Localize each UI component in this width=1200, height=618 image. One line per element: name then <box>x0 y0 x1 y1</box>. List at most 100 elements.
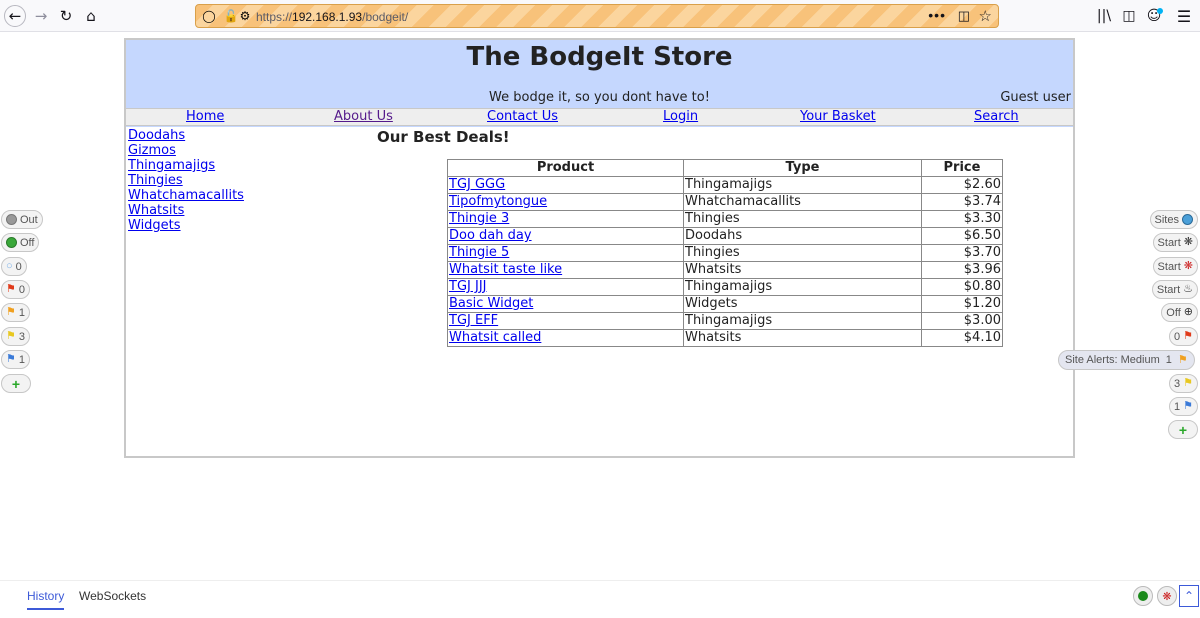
table-row: Thingie 3 Thingies $3.30 <box>447 210 1003 228</box>
store-tagline: We bodge it, so you dont have to! <box>489 90 710 105</box>
store-nav: Home About Us Contact Us Login Your Bask… <box>126 108 1073 126</box>
globe-icon <box>1182 214 1193 225</box>
hud-add-tool-right[interactable]: + <box>1168 420 1198 439</box>
category-link[interactable]: Thingies <box>128 173 244 188</box>
category-link[interactable]: Whatchamacallits <box>128 188 244 203</box>
type-cell: Thingies <box>683 244 922 262</box>
hud-site-informational-alerts[interactable]: 1 ⚑ <box>1169 397 1198 416</box>
product-link[interactable]: Thingie 3 <box>449 211 509 226</box>
product-link[interactable]: Doo dah day <box>449 228 532 243</box>
blue-flag-icon: ⚑ <box>6 353 16 365</box>
plus-icon: + <box>1178 421 1188 438</box>
product-cell: Thingie 3 <box>447 210 684 228</box>
category-link[interactable]: Whatsits <box>128 203 244 218</box>
deals-heading: Our Best Deals! <box>377 128 510 146</box>
category-link[interactable]: Widgets <box>128 218 244 233</box>
chevron-up-icon[interactable]: ⌃ <box>1179 585 1199 607</box>
hud-site-medium-alerts[interactable]: Site Alerts: Medium 1 ⚑ <box>1058 350 1195 370</box>
plus-icon: + <box>11 375 21 392</box>
hud-informational-alerts[interactable]: ⚑ 1 <box>1 350 30 369</box>
hud-break-button[interactable]: Out <box>1 210 43 229</box>
shield-icon[interactable]: ◯ <box>201 8 217 24</box>
product-link[interactable]: Tipofmytongue <box>449 194 547 209</box>
type-cell: Thingies <box>683 210 922 228</box>
nav-basket-link[interactable]: Your Basket <box>800 109 876 124</box>
hud-info-button[interactable]: ○ 0 <box>1 257 27 276</box>
forward-arrow-icon[interactable]: → <box>30 5 52 27</box>
product-cell: Tipofmytongue <box>447 193 684 211</box>
product-link[interactable]: Thingie 5 <box>449 245 509 260</box>
hud-site-high-alerts[interactable]: 0 ⚑ <box>1169 327 1198 346</box>
product-link[interactable]: TGJ JJJ <box>449 279 486 294</box>
library-icon[interactable]: ||\ <box>1094 6 1114 26</box>
sidebar-icon[interactable]: ◫ <box>1119 6 1139 26</box>
price-cell: $4.10 <box>921 329 1003 347</box>
bug-icon[interactable]: ❋ <box>1157 586 1177 606</box>
category-link[interactable]: Doodahs <box>128 128 244 143</box>
table-row: Whatsit taste like Whatsits $3.96 <box>447 261 1003 279</box>
home-icon[interactable]: ⌂ <box>80 5 102 27</box>
type-cell: Thingamajigs <box>683 176 922 194</box>
hud-add-tool-left[interactable]: + <box>1 374 31 393</box>
page-actions-icon[interactable]: ••• <box>928 7 946 23</box>
nav-login-link[interactable]: Login <box>663 109 698 124</box>
deals-table-body: TGJ GGG Thingamajigs $2.60 Tipofmytongue Wha… <box>447 176 1003 347</box>
url-scheme: https:// <box>256 10 293 24</box>
url-text[interactable]: https://192.168.1.93/bodgeit/ <box>256 10 408 24</box>
hud-sites-button[interactable]: Sites <box>1149 210 1198 229</box>
hud-site-medium-count: 1 <box>1165 354 1172 366</box>
bodgeit-store-page: The BodgeIt Store We bodge it, so you do… <box>124 38 1075 458</box>
hamburger-menu-icon[interactable]: ☰ <box>1174 6 1194 26</box>
nav-search-link[interactable]: Search <box>974 109 1019 124</box>
url-host: 192.168.1.93 <box>292 10 363 24</box>
url-bar[interactable]: ◯ 🔓 ⚙ https://192.168.1.93/bodgeit/ ••• … <box>195 4 999 28</box>
hud-site-high-count: 0 <box>1174 330 1181 343</box>
hud-active-label: Start <box>1156 283 1181 296</box>
hud-low-count: 3 <box>18 330 25 343</box>
hud-attack-mode-button[interactable]: Off ⊕ <box>1161 303 1198 322</box>
product-cell: Whatsit taste like <box>447 261 684 279</box>
nav-about-link[interactable]: About Us <box>334 109 393 124</box>
bookmark-star-icon[interactable]: ☆ <box>979 7 992 25</box>
product-link[interactable]: Whatsit taste like <box>449 262 562 277</box>
type-cell: Thingamajigs <box>683 312 922 330</box>
header-type: Type <box>683 159 922 177</box>
pocket-icon[interactable]: ◫ <box>958 8 970 24</box>
tab-history[interactable]: History <box>27 589 65 610</box>
hud-site-informational-count: 1 <box>1174 400 1181 413</box>
hud-high-alerts[interactable]: ⚑ 0 <box>1 280 30 299</box>
hud-active-scan-button[interactable]: Start ♨ <box>1151 280 1198 299</box>
hud-spider-button[interactable]: Start ❋ <box>1152 233 1198 252</box>
product-cell: TGJ JJJ <box>447 278 684 296</box>
hud-ajax-spider-button[interactable]: Start ❋ <box>1152 257 1198 276</box>
hud-medium-alerts[interactable]: ⚑ 1 <box>1 303 30 322</box>
type-cell: Widgets <box>683 295 922 313</box>
back-arrow-icon[interactable]: ← <box>4 5 26 27</box>
product-cell: Thingie 5 <box>447 244 684 262</box>
tagline-bar: We bodge it, so you dont have to! Guest … <box>126 89 1073 108</box>
header-product: Product <box>447 159 684 177</box>
nav-home-link[interactable]: Home <box>186 109 224 124</box>
show-icon <box>6 237 17 248</box>
hud-ajax-label: Start <box>1157 260 1181 273</box>
tab-websockets[interactable]: WebSockets <box>79 589 146 603</box>
robot-icon[interactable]: ⚙ <box>237 8 253 24</box>
hud-site-low-count: 3 <box>1174 377 1181 390</box>
record-icon[interactable] <box>1133 586 1153 606</box>
hud-site-low-alerts[interactable]: 3 ⚑ <box>1169 374 1198 393</box>
nav-contact-link[interactable]: Contact Us <box>487 109 558 124</box>
product-link[interactable]: Whatsit called <box>449 330 541 345</box>
product-link[interactable]: TGJ GGG <box>449 177 505 192</box>
account-notification-dot <box>1157 8 1163 14</box>
price-cell: $3.74 <box>921 193 1003 211</box>
product-link[interactable]: TGJ EFF <box>449 313 498 328</box>
product-link[interactable]: Basic Widget <box>449 296 533 311</box>
product-cell: TGJ GGG <box>447 176 684 194</box>
reload-icon[interactable]: ↻ <box>55 5 77 27</box>
hud-low-alerts[interactable]: ⚑ 3 <box>1 327 30 346</box>
red-flag-icon: ⚑ <box>6 283 16 295</box>
category-link[interactable]: Thingamajigs <box>128 158 244 173</box>
table-row: Thingie 5 Thingies $3.70 <box>447 244 1003 262</box>
category-link[interactable]: Gizmos <box>128 143 244 158</box>
hud-show-button[interactable]: Off <box>1 233 40 252</box>
